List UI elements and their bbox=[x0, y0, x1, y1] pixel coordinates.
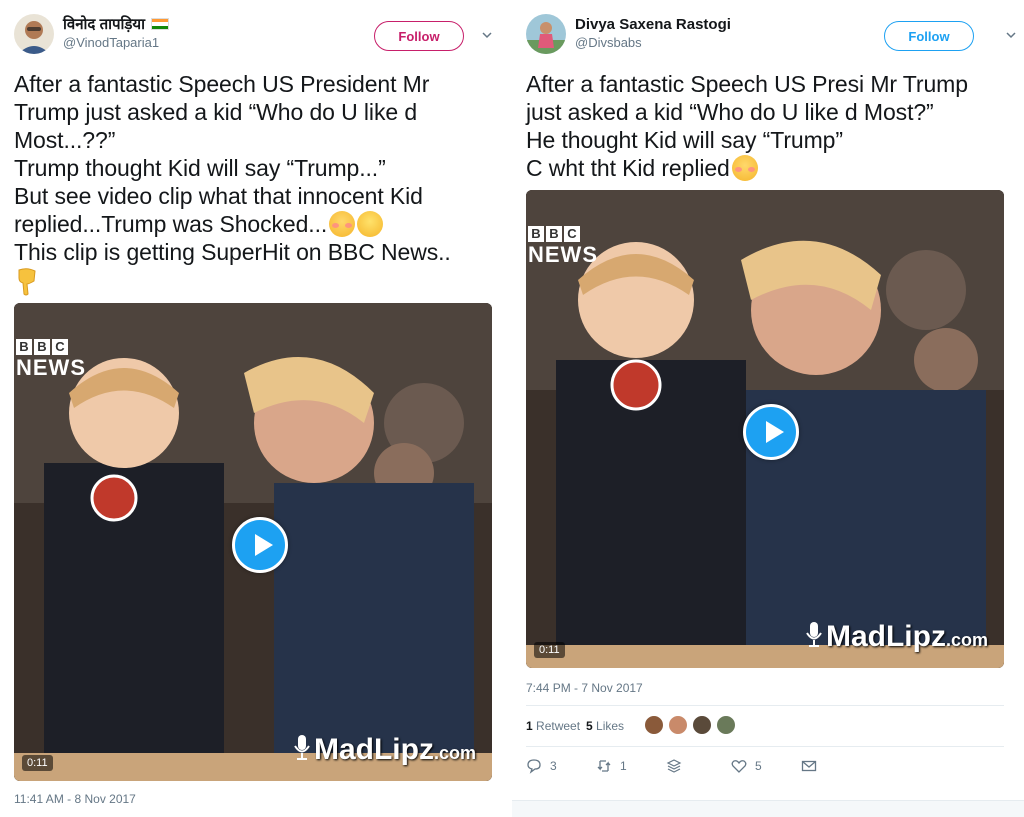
bbc-news-text: NEWS bbox=[528, 242, 598, 267]
bbc-news-text: NEWS bbox=[16, 355, 86, 380]
madlipz-watermark: MadLipz.com bbox=[294, 733, 476, 767]
avatar[interactable] bbox=[526, 14, 566, 54]
bbc-letter: C bbox=[564, 226, 580, 242]
tweet-text: After a fantastic Speech US Presi Mr Tru… bbox=[526, 70, 1006, 182]
retweets-count: 1 bbox=[526, 719, 533, 733]
tweet-line: just asked a kid “Who do U like d Most?” bbox=[526, 99, 934, 125]
bbc-letter: B bbox=[16, 339, 32, 355]
bbc-news-logo: BBC NEWS bbox=[16, 339, 86, 381]
tweet-line: Most...??” bbox=[14, 127, 116, 153]
likes-label: Likes bbox=[596, 719, 625, 733]
play-button[interactable] bbox=[743, 404, 799, 460]
bbc-letter: B bbox=[546, 226, 562, 242]
madlipz-watermark: MadLipz.com bbox=[806, 620, 988, 654]
avatar[interactable] bbox=[692, 715, 712, 735]
india-flag-icon bbox=[151, 18, 170, 30]
bbc-news-logo: BBC NEWS bbox=[528, 226, 598, 268]
tweet-stats: 1 Retweet 5 Likes bbox=[526, 705, 1004, 747]
play-button[interactable] bbox=[232, 517, 288, 573]
tweet-line: Trump thought Kid will say “Trump...” bbox=[14, 155, 386, 181]
display-name[interactable]: विनोद तापड़िया bbox=[63, 16, 170, 34]
pointing-down-hand-icon bbox=[18, 268, 36, 296]
tweet-line: C wht tht Kid replied bbox=[526, 155, 730, 181]
reply-count: 3 bbox=[550, 759, 557, 773]
chevron-down-icon[interactable] bbox=[1004, 28, 1018, 42]
watermark-suffix: .com bbox=[945, 630, 988, 650]
flushed-face-icon bbox=[329, 211, 356, 237]
watermark-text: MadLipz bbox=[313, 733, 434, 766]
retweets-label: Retweet bbox=[536, 719, 581, 733]
watermark-text: MadLipz bbox=[825, 620, 946, 653]
bbc-letter: C bbox=[52, 339, 68, 355]
likes-stat[interactable]: 5 Likes bbox=[586, 719, 624, 733]
envelope-icon bbox=[801, 760, 817, 772]
bbc-letter: B bbox=[528, 226, 544, 242]
tweet-line: replied...Trump was Shocked... bbox=[14, 211, 328, 237]
display-name[interactable]: Divya Saxena Rastogi bbox=[575, 16, 731, 34]
follow-button[interactable]: Follow bbox=[374, 21, 464, 51]
tweet-line: This clip is getting SuperHit on BBC New… bbox=[14, 239, 451, 265]
reply-icon bbox=[527, 759, 541, 774]
likes-count: 5 bbox=[586, 719, 593, 733]
tweet-timestamp[interactable]: 11:41 AM - 8 Nov 2017 bbox=[14, 792, 136, 806]
microphone-icon bbox=[806, 622, 822, 647]
tweet-line: But see video clip what that innocent Ki… bbox=[14, 183, 423, 209]
tweet-card-left: विनोद तापड़िया @VinodTaparia1 Follow Aft… bbox=[0, 0, 506, 817]
reply-button[interactable]: 3 bbox=[526, 758, 557, 774]
display-name-text[interactable]: विनोद तापड़िया bbox=[63, 16, 145, 33]
name-block: विनोद तापड़िया @VinodTaparia1 bbox=[63, 16, 170, 52]
avatar[interactable] bbox=[668, 715, 688, 735]
chevron-down-icon[interactable] bbox=[480, 28, 494, 42]
tweet-line: After a fantastic Speech US President Mr bbox=[14, 71, 430, 97]
microphone-icon bbox=[294, 735, 310, 760]
tweet-header: Divya Saxena Rastogi @Divsbabs Follow bbox=[526, 14, 1016, 58]
tweet-line: He thought Kid will say “Trump” bbox=[526, 127, 843, 153]
video-duration: 0:11 bbox=[22, 755, 53, 771]
like-count: 5 bbox=[755, 759, 762, 773]
avatar[interactable] bbox=[716, 715, 736, 735]
tweet-header: विनोद तापड़िया @VinodTaparia1 Follow bbox=[14, 14, 492, 58]
video-player[interactable]: BBC NEWS 0:11 MadLipz.com bbox=[14, 303, 492, 781]
retweet-count: 1 bbox=[620, 759, 627, 773]
avatar[interactable] bbox=[644, 715, 664, 735]
heart-icon bbox=[731, 760, 747, 773]
retweets-stat[interactable]: 1 Retweet bbox=[526, 719, 580, 733]
tweet-card-right: Divya Saxena Rastogi @Divsbabs Follow Af… bbox=[512, 0, 1024, 817]
retweet-button[interactable]: 1 bbox=[596, 758, 627, 774]
follow-button[interactable]: Follow bbox=[884, 21, 974, 51]
direct-message-button[interactable] bbox=[801, 758, 817, 774]
name-block: Divya Saxena Rastogi @Divsbabs bbox=[575, 16, 731, 52]
tweet-timestamp[interactable]: 7:44 PM - 7 Nov 2017 bbox=[526, 681, 643, 695]
avatar[interactable] bbox=[14, 14, 54, 54]
flushed-face-icon bbox=[731, 155, 758, 181]
tweet-text: After a fantastic Speech US President Mr… bbox=[14, 70, 494, 296]
like-button[interactable]: 5 bbox=[731, 758, 762, 774]
user-handle[interactable]: @Divsbabs bbox=[575, 34, 731, 52]
tweet-line: After a fantastic Speech US Presi Mr Tru… bbox=[526, 71, 968, 97]
user-handle[interactable]: @VinodTaparia1 bbox=[63, 34, 169, 52]
tweet-actions: 3 1 5 bbox=[526, 758, 1004, 778]
video-player[interactable]: BBC NEWS 0:11 MadLipz.com bbox=[526, 190, 1004, 668]
grinning-face-icon bbox=[357, 211, 384, 237]
retweet-icon bbox=[597, 760, 611, 772]
video-duration: 0:11 bbox=[534, 642, 565, 658]
liker-avatars bbox=[644, 715, 736, 735]
layers-icon bbox=[666, 759, 682, 773]
bbc-letter: B bbox=[34, 339, 50, 355]
next-tweet-preview bbox=[512, 800, 1024, 817]
tweet-line: Trump just asked a kid “Who do U like d bbox=[14, 99, 418, 125]
stack-button[interactable] bbox=[666, 758, 682, 774]
watermark-suffix: .com bbox=[433, 743, 476, 763]
